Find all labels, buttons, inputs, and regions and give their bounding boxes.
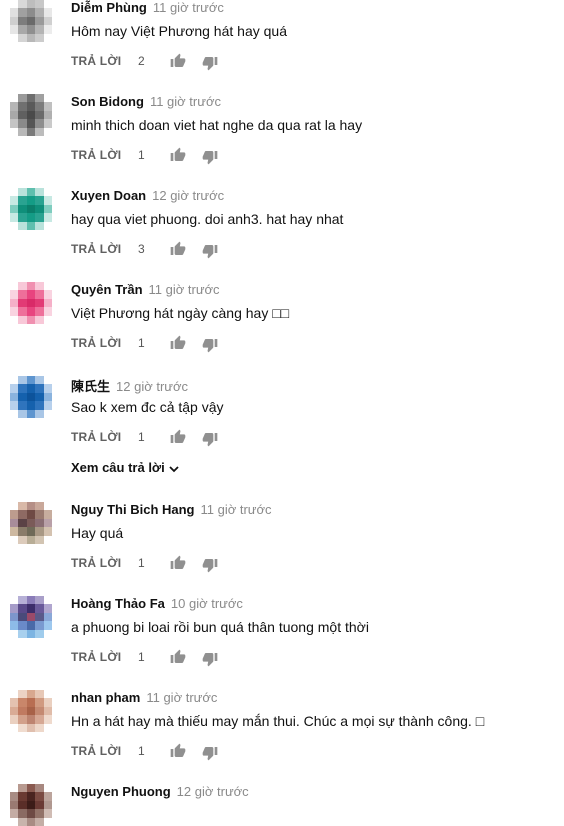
thumbs-up-icon[interactable] xyxy=(170,743,186,759)
author-name[interactable]: Hoàng Thảo Fa xyxy=(71,596,165,611)
thumbs-down-icon[interactable] xyxy=(202,243,218,259)
thumbs-up-icon[interactable] xyxy=(170,53,186,69)
reply-button[interactable]: TRẢ LỜI xyxy=(71,650,121,664)
timestamp[interactable]: 11 giờ trước xyxy=(153,0,224,15)
thumbs-up-icon[interactable] xyxy=(170,555,186,571)
reply-button[interactable]: TRẢ LỜI xyxy=(71,556,121,570)
chevron-down-icon xyxy=(169,465,179,472)
avatar[interactable] xyxy=(10,502,52,544)
reply-button[interactable]: TRẢ LỜI xyxy=(71,242,121,256)
timestamp[interactable]: 11 giờ trước xyxy=(146,690,217,705)
thumbs-up-icon[interactable] xyxy=(170,335,186,351)
avatar[interactable] xyxy=(10,94,52,136)
thumbs-up-icon[interactable] xyxy=(170,649,186,665)
thumbs-down-icon[interactable] xyxy=(202,651,218,667)
like-count: 1 xyxy=(138,336,145,350)
reply-button[interactable]: TRẢ LỜI xyxy=(71,148,121,162)
like-count: 1 xyxy=(138,148,145,162)
avatar[interactable] xyxy=(10,784,52,826)
reply-button[interactable]: TRẢ LỜI xyxy=(71,336,121,350)
comment-text: Hn a hát hay mà thiếu may mắn thui. Chúc… xyxy=(71,713,485,729)
comment-text: Hay quá xyxy=(71,525,124,541)
thumbs-down-icon[interactable] xyxy=(202,337,218,353)
like-count: 1 xyxy=(138,650,145,664)
like-count: 1 xyxy=(138,744,145,758)
like-count: 1 xyxy=(138,556,145,570)
thumbs-down-icon[interactable] xyxy=(202,745,218,761)
timestamp[interactable]: 10 giờ trước xyxy=(171,596,243,611)
timestamp[interactable]: 12 giờ trước xyxy=(116,379,188,394)
timestamp[interactable]: 12 giờ trước xyxy=(152,188,224,203)
thumbs-up-icon[interactable] xyxy=(170,429,186,445)
avatar[interactable] xyxy=(10,0,52,42)
thumbs-down-icon[interactable] xyxy=(202,431,218,447)
like-count: 1 xyxy=(138,430,145,444)
comment-text: Việt Phương hát ngày càng hay □□ xyxy=(71,305,290,321)
view-replies-button[interactable]: Xem câu trả lời xyxy=(71,460,180,475)
author-name[interactable]: Nguyen Phuong xyxy=(71,784,171,799)
avatar[interactable] xyxy=(10,690,52,732)
author-name[interactable]: Nguy Thi Bich Hang xyxy=(71,502,195,517)
comment-header: Nguy Thi Bich Hang 11 giờ trước xyxy=(71,502,272,517)
comment-text: a phuong bi loai rồi bun quá thân tuong … xyxy=(71,619,369,635)
comment-text: Hôm nay Việt Phương hát hay quá xyxy=(71,23,287,39)
comment-text: Sao k xem đc cả tập vậy xyxy=(71,399,224,415)
author-name[interactable]: nhan pham xyxy=(71,690,140,705)
avatar[interactable] xyxy=(10,188,52,230)
timestamp[interactable]: 11 giờ trước xyxy=(149,282,220,297)
comment-header: Diễm Phùng 11 giờ trước xyxy=(71,0,224,15)
like-count: 3 xyxy=(138,242,145,256)
comment-header: Quyên Trần 11 giờ trước xyxy=(71,282,220,297)
comment-header: nhan pham 11 giờ trước xyxy=(71,690,217,705)
comment-text: minh thich doan viet hat nghe da qua rat… xyxy=(71,117,363,133)
thumbs-up-icon[interactable] xyxy=(170,147,186,163)
author-name[interactable]: Quyên Trần xyxy=(71,282,143,297)
comment-header: Son Bidong 11 giờ trước xyxy=(71,94,221,109)
avatar[interactable] xyxy=(10,282,52,324)
comment-header: Xuyen Doan 12 giờ trước xyxy=(71,188,224,203)
author-name[interactable]: Xuyen Doan xyxy=(71,188,146,203)
view-replies-label: Xem câu trả lời xyxy=(71,460,165,475)
timestamp[interactable]: 11 giờ trước xyxy=(150,94,221,109)
author-name[interactable]: Son Bidong xyxy=(71,94,144,109)
thumbs-down-icon[interactable] xyxy=(202,149,218,165)
thumbs-up-icon[interactable] xyxy=(170,241,186,257)
timestamp[interactable]: 11 giờ trước xyxy=(201,502,272,517)
reply-button[interactable]: TRẢ LỜI xyxy=(71,54,121,68)
thumbs-down-icon[interactable] xyxy=(202,557,218,573)
thumbs-down-icon[interactable] xyxy=(202,55,218,71)
avatar[interactable] xyxy=(10,376,52,418)
author-name[interactable]: 陳氏生 xyxy=(71,379,110,394)
avatar[interactable] xyxy=(10,596,52,638)
comment-header: Hoàng Thảo Fa 10 giờ trước xyxy=(71,596,243,611)
comment-header: 陳氏生 12 giờ trước xyxy=(71,376,188,395)
author-name[interactable]: Diễm Phùng xyxy=(71,0,147,15)
reply-button[interactable]: TRẢ LỜI xyxy=(71,430,121,444)
comment-header: Nguyen Phuong 12 giờ trước xyxy=(71,784,249,799)
timestamp[interactable]: 12 giờ trước xyxy=(177,784,249,799)
reply-button[interactable]: TRẢ LỜI xyxy=(71,744,121,758)
comment-text: hay qua viet phuong. doi anh3. hat hay n… xyxy=(71,211,344,227)
like-count: 2 xyxy=(138,54,145,68)
